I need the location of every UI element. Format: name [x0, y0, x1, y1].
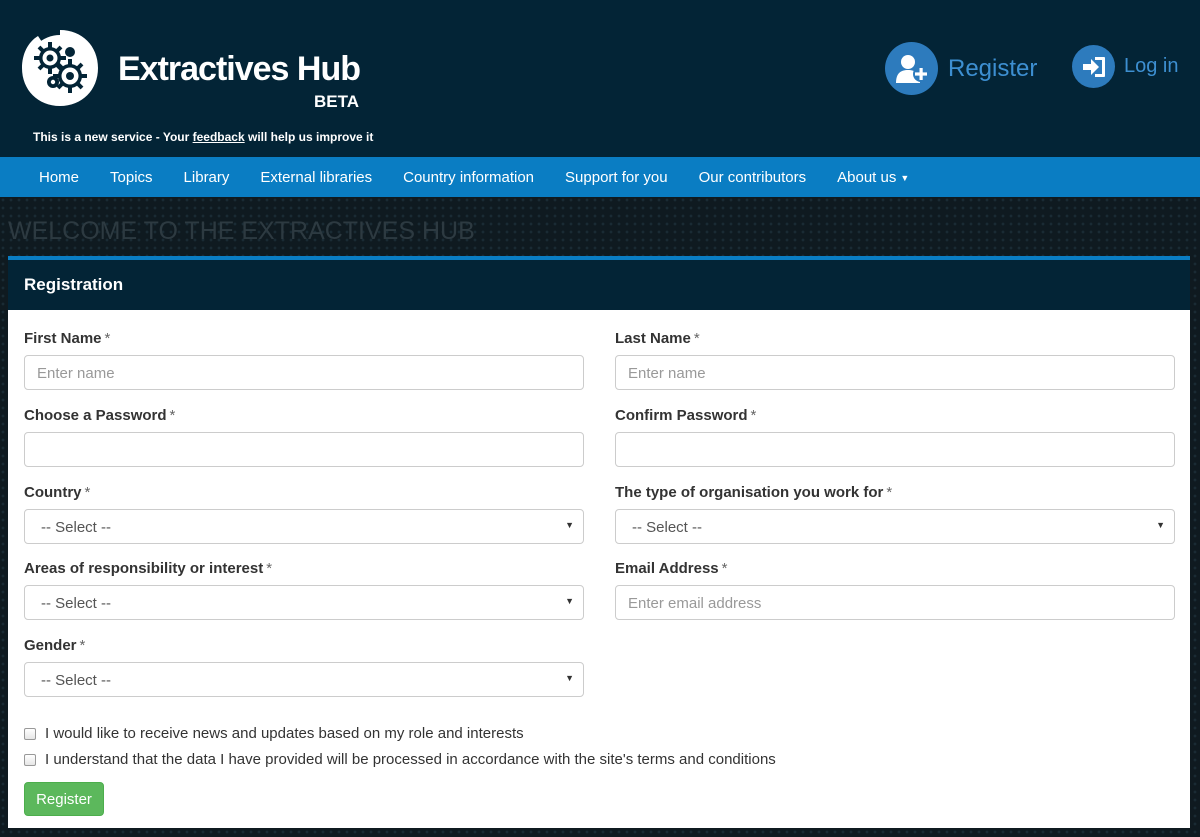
country-label: Country * — [24, 484, 90, 501]
required-mark: * — [79, 637, 86, 654]
nav-item-our-contributors[interactable]: Our contributors — [699, 169, 807, 186]
caret-down-icon: ▼ — [565, 673, 574, 683]
email-label: Email Address * — [615, 560, 728, 577]
welcome-heading: WELCOME TO THE EXTRACTIVES HUB — [8, 217, 475, 245]
add-user-icon[interactable] — [885, 42, 938, 95]
first-name-label-text: First Name — [24, 330, 102, 347]
header-register-link[interactable]: Register — [885, 42, 1037, 95]
confirm-password-label: Confirm Password * — [615, 407, 756, 424]
country-select[interactable]: -- Select -- ▼ — [24, 509, 584, 544]
email-label-text: Email Address — [615, 560, 719, 577]
beta-notice-suffix: will help us improve it — [244, 130, 374, 144]
header-register-label[interactable]: Register — [948, 55, 1037, 83]
brand-title[interactable]: Extractives Hub — [118, 50, 361, 89]
required-mark: * — [750, 407, 757, 424]
password-input[interactable] — [24, 432, 584, 467]
email-placeholder: Enter email address — [628, 595, 762, 612]
nav-item-library[interactable]: Library — [184, 169, 230, 186]
first-name-input[interactable]: Enter name — [24, 355, 584, 390]
feedback-link[interactable]: feedback — [193, 130, 245, 144]
first-name-placeholder: Enter name — [37, 365, 115, 382]
required-mark: * — [169, 407, 176, 424]
gender-select[interactable]: -- Select -- ▼ — [24, 662, 584, 697]
country-label-text: Country — [24, 484, 82, 501]
confirm-password-label-text: Confirm Password — [615, 407, 748, 424]
required-mark: * — [721, 560, 728, 577]
site-header: Extractives Hub BETA This is a new servi… — [0, 0, 1200, 157]
org-type-selected-value: -- Select -- — [632, 519, 703, 536]
required-mark: * — [693, 330, 700, 347]
areas-select[interactable]: -- Select -- ▼ — [24, 585, 584, 620]
gender-selected-value: -- Select -- — [41, 672, 112, 689]
password-label-text: Choose a Password — [24, 407, 167, 424]
registration-title: Registration — [8, 260, 1190, 310]
caret-down-icon: ▼ — [900, 172, 910, 183]
register-submit-label: Register — [36, 790, 92, 808]
confirm-password-input[interactable] — [615, 432, 1175, 467]
gears-logo-icon[interactable] — [20, 28, 100, 108]
last-name-label-text: Last Name — [615, 330, 691, 347]
org-type-select[interactable]: -- Select -- ▼ — [615, 509, 1175, 544]
nav-item-home[interactable]: Home — [39, 169, 79, 186]
caret-down-icon: ▼ — [1156, 520, 1165, 530]
nav-item-topics[interactable]: Topics — [110, 169, 153, 186]
required-mark: * — [104, 330, 111, 347]
main-nav: Home Topics Library External libraries C… — [0, 157, 1200, 197]
nav-item-external-libraries[interactable]: External libraries — [260, 169, 372, 186]
news-checkbox-row: I would like to receive news and updates… — [24, 725, 524, 742]
org-type-label-text: The type of organisation you work for — [615, 484, 884, 501]
terms-checkbox-label[interactable]: I understand that the data I have provid… — [45, 751, 776, 768]
news-checkbox-label[interactable]: I would like to receive news and updates… — [45, 725, 524, 742]
beta-notice: This is a new service - Your feedback wi… — [33, 130, 373, 144]
gender-label-text: Gender — [24, 637, 77, 654]
first-name-label: First Name * — [24, 330, 110, 347]
nav-item-country-information[interactable]: Country information — [403, 169, 534, 186]
last-name-input[interactable]: Enter name — [615, 355, 1175, 390]
nav-item-support-for-you[interactable]: Support for you — [565, 169, 668, 186]
register-submit-button[interactable]: Register — [24, 782, 104, 816]
terms-checkbox[interactable] — [24, 753, 36, 766]
last-name-placeholder: Enter name — [628, 365, 706, 382]
news-checkbox[interactable] — [24, 727, 36, 740]
gender-label: Gender * — [24, 637, 85, 654]
password-label: Choose a Password * — [24, 407, 175, 424]
nav-item-about-us-label: About us — [837, 168, 897, 186]
areas-selected-value: -- Select -- — [41, 595, 112, 612]
country-selected-value: -- Select -- — [41, 519, 112, 536]
required-mark: * — [886, 484, 893, 501]
nav-item-about-us[interactable]: About us ▼ — [837, 169, 909, 186]
last-name-label: Last Name * — [615, 330, 700, 347]
sign-in-icon[interactable] — [1072, 45, 1115, 88]
caret-down-icon: ▼ — [565, 596, 574, 606]
terms-checkbox-row: I understand that the data I have provid… — [24, 751, 776, 768]
beta-notice-prefix: This is a new service - Your — [33, 130, 193, 144]
email-input[interactable]: Enter email address — [615, 585, 1175, 620]
areas-label-text: Areas of responsibility or interest — [24, 560, 264, 577]
required-mark: * — [84, 484, 91, 501]
org-type-label: The type of organisation you work for * — [615, 484, 892, 501]
required-mark: * — [266, 560, 273, 577]
areas-label: Areas of responsibility or interest * — [24, 560, 272, 577]
registration-panel: Registration First Name * Enter name Last… — [8, 256, 1190, 828]
beta-badge: BETA — [314, 92, 360, 111]
header-login-link[interactable]: Log in — [1072, 45, 1179, 88]
caret-down-icon: ▼ — [565, 520, 574, 530]
header-login-label[interactable]: Log in — [1124, 55, 1179, 78]
